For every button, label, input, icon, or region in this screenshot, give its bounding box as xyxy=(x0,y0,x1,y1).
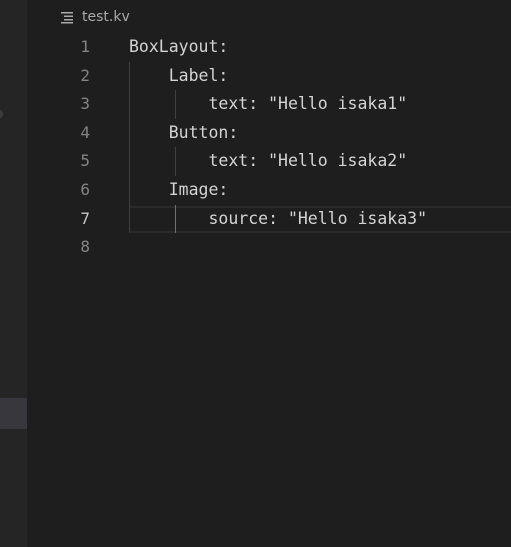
code-line[interactable]: 5 text: "Hello isaka2" xyxy=(27,147,511,176)
line-code-text[interactable]: source: "Hello isaka3" xyxy=(129,205,427,234)
line-code-text[interactable]: text: "Hello isaka2" xyxy=(129,147,407,176)
code-line[interactable]: 1 BoxLayout: xyxy=(27,33,511,62)
line-code-text[interactable]: BoxLayout: xyxy=(129,33,228,62)
line-code-text[interactable]: Image: xyxy=(129,176,229,205)
indent-guide xyxy=(175,147,176,176)
line-code-text[interactable]: text: "Hello isaka1" xyxy=(129,90,407,119)
indent-guide xyxy=(175,204,176,234)
activity-bar-active-item[interactable] xyxy=(0,398,27,429)
line-code-text[interactable]: Label: xyxy=(129,62,229,91)
code-line[interactable]: 8 xyxy=(27,233,511,262)
indent-guide xyxy=(175,90,176,119)
line-number: 4 xyxy=(80,122,90,142)
line-number: 8 xyxy=(80,237,90,257)
code-editor[interactable]: 1 BoxLayout: 2 Label: 3 text: "Hello isaka1… xyxy=(27,33,511,547)
code-line[interactable]: 3 text: "Hello isaka1" xyxy=(27,90,511,119)
code-line[interactable]: 7 source: "Hello isaka3" xyxy=(27,205,511,234)
lines-file-icon xyxy=(60,10,74,24)
line-number: 1 xyxy=(80,37,90,56)
line-number: 3 xyxy=(80,94,90,114)
sash-handle[interactable] xyxy=(0,110,3,118)
line-number: 2 xyxy=(80,65,90,85)
editor-window: test.kv 1 BoxLayout: 2 Label: 3 text: "Hell… xyxy=(0,0,511,547)
code-line[interactable]: 2 Label: xyxy=(27,62,511,91)
breadcrumb[interactable]: test.kv xyxy=(60,6,130,28)
code-line[interactable]: 4 Button: xyxy=(27,119,511,148)
line-code-text[interactable]: Button: xyxy=(129,119,239,148)
activity-bar xyxy=(0,0,27,547)
code-line[interactable]: 6 Image: xyxy=(27,176,511,205)
line-number: 6 xyxy=(80,180,90,199)
line-number: 7 xyxy=(80,208,90,228)
line-number: 5 xyxy=(80,151,90,171)
breadcrumb-file-name[interactable]: test.kv xyxy=(82,9,130,25)
indent-guide xyxy=(129,61,130,234)
